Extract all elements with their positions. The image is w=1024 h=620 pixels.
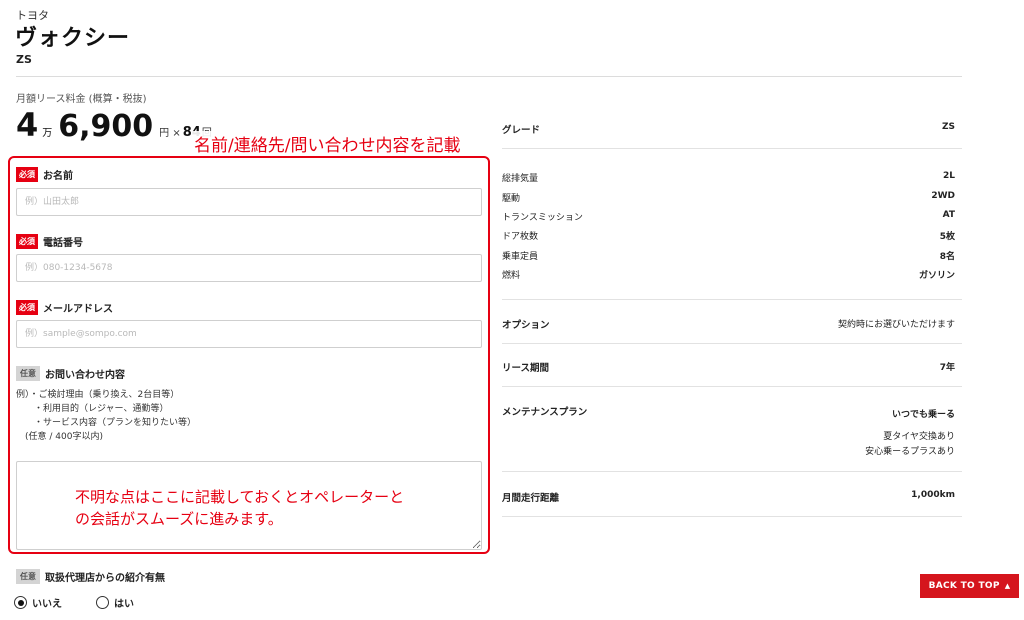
spec-row: トランスミッション AT — [502, 210, 955, 223]
spec-label: リース期間 — [502, 363, 550, 374]
referral-radio-yes[interactable]: はい — [96, 595, 134, 610]
radio-unselected-icon[interactable] — [96, 596, 109, 609]
spec-divider — [502, 386, 962, 387]
back-to-top-label: BACK TO TOP — [928, 581, 1000, 591]
referral-option-yes-label: はい — [114, 599, 134, 610]
inquiry-example-line: (任意 / 400字以内) — [16, 432, 103, 442]
price-man-value: 4 — [16, 106, 39, 144]
spec-label: 総排気量 — [502, 174, 539, 184]
spec-value: 8名 — [939, 252, 955, 262]
maintenance-detail: 安心乗ーるプラスあり — [865, 447, 955, 457]
inquiry-label: 任意 お問い合わせ内容 — [16, 366, 125, 381]
spec-row-maintenance: メンテナンスプラン いつでも乗ーる — [502, 404, 955, 420]
radio-selected-icon[interactable] — [14, 596, 27, 609]
referral-radio-group: いいえ はい — [14, 595, 168, 610]
spec-value: ガソリン — [918, 271, 955, 281]
spec-row: 総排気量 2L — [502, 171, 955, 184]
inquiry-label-text: お問い合わせ内容 — [45, 370, 125, 381]
spec-label: 月間走行距離 — [502, 493, 560, 504]
spec-value: 契約時にお選びいただけます — [837, 320, 955, 330]
email-label: 必須 メールアドレス — [16, 300, 113, 315]
spec-label: トランスミッション — [502, 213, 583, 223]
annotation-textarea-note: 不明な点はここに記載しておくとオペレーターと の会話がスムーズに進みます。 — [75, 486, 404, 530]
annotation-note-line: 不明な点はここに記載しておくとオペレーターと — [75, 488, 405, 506]
spec-value: 5枚 — [939, 232, 955, 242]
spec-value: ZS — [941, 122, 955, 132]
annotation-form-header: 名前/連絡先/問い合わせ内容を記載 — [192, 131, 463, 156]
monthly-price: 4 万 6,900 円 × 84 回 — [16, 106, 212, 146]
optional-badge: 任意 — [16, 569, 40, 584]
maintenance-detail: 夏タイヤ交換あり — [883, 432, 955, 442]
phone-label: 必須 電話番号 — [16, 234, 83, 249]
referral-radio-no[interactable]: いいえ — [14, 595, 62, 610]
back-to-top-button[interactable]: BACK TO TOP ▲ — [920, 574, 1019, 598]
price-yen-unit: 円 × — [159, 128, 181, 139]
name-input[interactable] — [16, 188, 482, 216]
spec-label: 燃料 — [502, 271, 521, 281]
required-badge: 必須 — [16, 234, 38, 249]
phone-input[interactable] — [16, 254, 482, 282]
inquiry-example-text: 例）・ご検討理由（乗り換え、2台目等） ・利用目的（レジャー、通勤等） ・サービ… — [16, 388, 196, 444]
spec-divider — [502, 343, 962, 344]
spec-value: 2L — [943, 171, 955, 181]
required-badge: 必須 — [16, 300, 38, 315]
spec-divider — [502, 299, 962, 300]
inquiry-example-line: ・サービス内容（プランを知りたい等） — [16, 418, 197, 428]
spec-value: 7年 — [939, 363, 955, 373]
car-grade-code: ZS — [16, 53, 32, 66]
spec-label: 駆動 — [502, 194, 521, 204]
spec-row-mileage: 月間走行距離 1,000km — [502, 490, 955, 504]
price-yen-value: 6,900 — [58, 109, 154, 144]
spec-label: グレード — [502, 125, 541, 136]
name-label: 必須 お名前 — [16, 167, 73, 182]
annotation-note-line: の会話がスムーズに進みます。 — [75, 510, 283, 528]
phone-label-text: 電話番号 — [43, 238, 83, 249]
email-label-text: メールアドレス — [43, 304, 113, 315]
caret-up-icon: ▲ — [1004, 582, 1011, 590]
inquiry-example-line: 例）・ご検討理由（乗り換え、2台目等） — [16, 390, 180, 400]
spec-value: 1,000km — [911, 490, 955, 500]
spec-value: 2WD — [931, 191, 955, 201]
spec-row: 乗車定員 8名 — [502, 249, 955, 262]
spec-row-grade: グレード ZS — [502, 122, 955, 136]
spec-row: ドア枚数 5枚 — [502, 229, 955, 242]
spec-label: メンテナンスプラン — [502, 407, 588, 418]
spec-value: AT — [942, 210, 955, 220]
car-model-title: ヴォクシー — [15, 26, 131, 51]
spec-label: 乗車定員 — [502, 252, 539, 262]
optional-badge: 任意 — [16, 366, 40, 381]
spec-divider — [502, 471, 962, 472]
spec-row: 駆動 2WD — [502, 191, 955, 204]
referral-option-no-label: いいえ — [32, 599, 62, 610]
spec-row-lease-period: リース期間 7年 — [502, 360, 955, 374]
spec-value: いつでも乗ーる — [891, 410, 955, 420]
spec-label: オプション — [502, 320, 550, 331]
spec-row: 燃料 ガソリン — [502, 268, 955, 281]
price-man-unit: 万 — [42, 128, 53, 139]
inquiry-example-line: ・利用目的（レジャー、通勤等） — [16, 404, 169, 414]
spec-divider — [502, 516, 962, 517]
required-badge: 必須 — [16, 167, 38, 182]
monthly-price-label: 月額リース料金 (概算・税抜) — [16, 94, 147, 105]
referral-label-text: 取扱代理店からの紹介有無 — [45, 573, 165, 584]
email-input[interactable] — [16, 320, 482, 348]
header-divider — [16, 76, 962, 77]
spec-row-option: オプション 契約時にお選びいただけます — [502, 317, 955, 331]
spec-divider — [502, 148, 962, 149]
referral-label: 任意 取扱代理店からの紹介有無 — [16, 569, 165, 584]
spec-label: ドア枚数 — [502, 232, 539, 242]
name-label-text: お名前 — [43, 171, 73, 182]
